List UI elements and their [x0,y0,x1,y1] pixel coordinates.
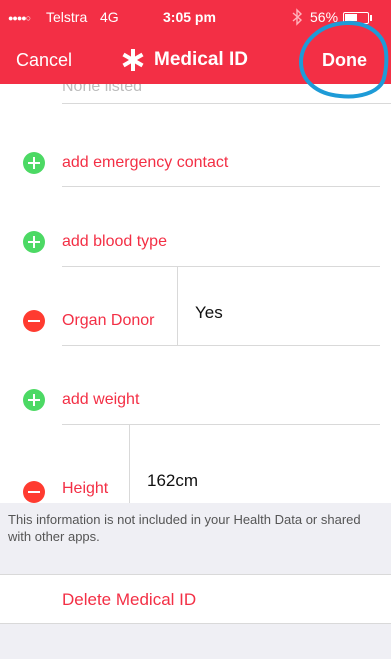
page-title-text: Medical ID [154,49,248,70]
battery-icon [343,12,369,24]
organ-donor-label: Organ Donor [62,312,155,329]
add-emergency-contact-label[interactable]: add emergency contact [62,154,228,172]
add-icon[interactable] [23,389,45,411]
medical-id-form: None listed add emergency contact add bl… [0,0,391,659]
status-bar: ●●●●○ Telstra 4G 3:05 pm 56% [0,0,391,36]
add-blood-type-label[interactable]: add blood type [62,233,167,251]
medical-asterisk-icon [122,49,144,71]
bluetooth-icon [292,8,303,26]
privacy-note: This information is not included in your… [8,512,361,544]
field-divider [177,266,178,346]
add-weight-label[interactable]: add weight [62,391,139,409]
remove-icon[interactable] [23,310,45,332]
field-divider [129,424,130,503]
remove-icon[interactable] [23,481,45,503]
delete-medical-id-label[interactable]: Delete Medical ID [62,590,196,610]
height-value[interactable]: 162cm [147,471,198,491]
page-title: Medical ID [120,46,248,74]
status-time: 3:05 pm [163,9,216,25]
add-icon[interactable] [23,231,45,253]
done-button[interactable]: Done [322,50,367,71]
separator [62,186,380,187]
separator [62,424,380,425]
navigation-bar: Cancel Medical ID Done [0,36,391,84]
battery-level [345,14,357,21]
battery-percentage: 56% [310,9,339,25]
header: ●●●●○ Telstra 4G 3:05 pm 56% Cancel Medi… [0,0,391,84]
separator [62,266,380,267]
screen: None listed add emergency contact add bl… [0,0,391,659]
carrier-name: Telstra [46,9,88,25]
battery-tip [370,15,372,21]
add-icon[interactable] [23,152,45,174]
delete-medical-id-button[interactable]: Delete Medical ID [0,574,391,624]
signal-strength-icon: ●●●●○ [8,13,31,23]
separator [62,345,380,346]
network-type: 4G [100,9,119,25]
cancel-button[interactable]: Cancel [16,50,72,71]
separator [62,103,391,104]
height-label: Height [62,480,109,497]
organ-donor-value[interactable]: Yes [195,303,223,323]
